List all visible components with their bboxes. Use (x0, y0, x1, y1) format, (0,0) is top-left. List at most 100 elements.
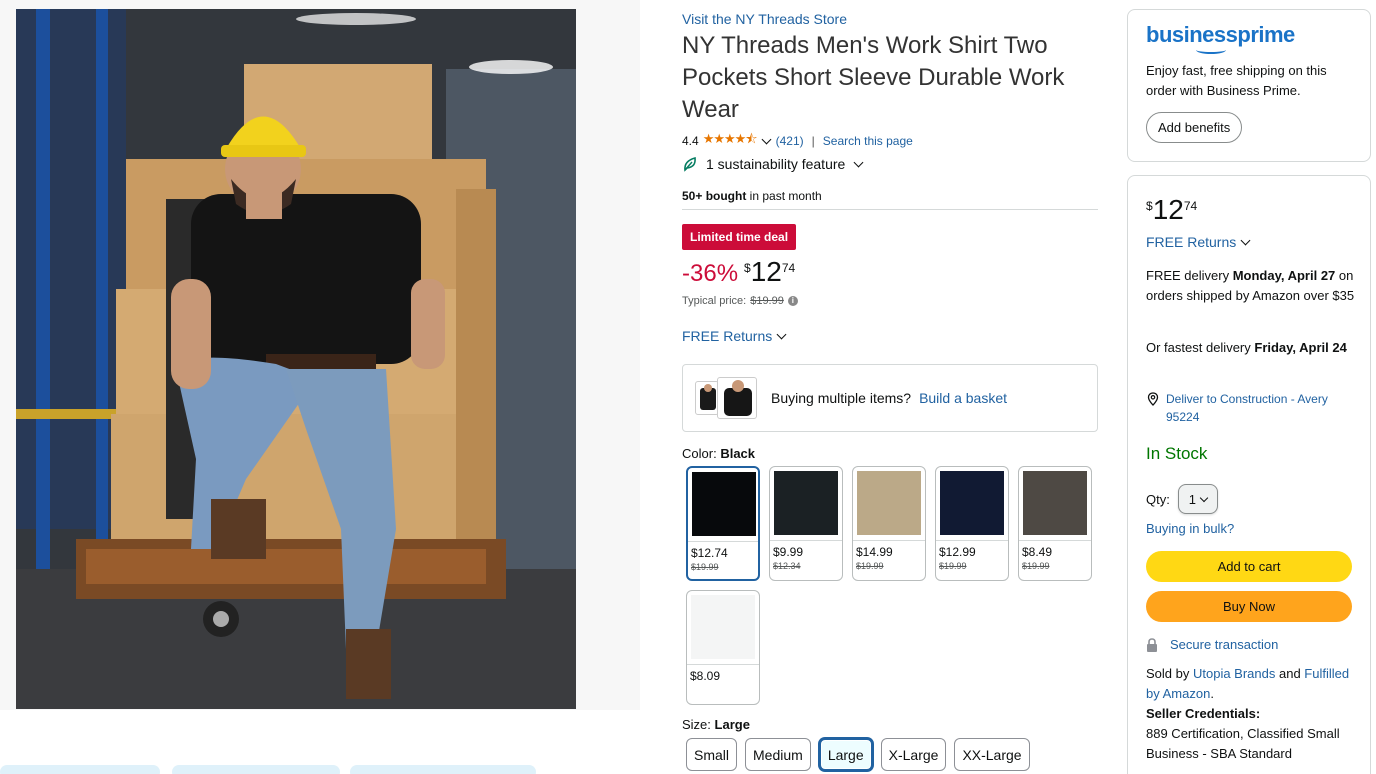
ratings-count-link[interactable]: (421) (776, 134, 804, 148)
color-swatch-navy[interactable]: $12.99 $19.99 (935, 466, 1009, 581)
buying-in-bulk-link[interactable]: Buying in bulk? (1146, 521, 1234, 536)
swatch-price: $9.99 (773, 545, 804, 559)
logo-prime: prime (1237, 22, 1295, 47)
size-options: Small Medium Large X-Large XX-Large (686, 738, 1030, 771)
typical-price-label: Typical price: (682, 295, 747, 307)
store-link[interactable]: Visit the NY Threads Store (682, 11, 847, 27)
typical-price: Typical price: $19.99 i (682, 295, 798, 307)
logo-business: business (1146, 22, 1238, 47)
fastest-date: Friday, April 24 (1254, 340, 1347, 355)
buy-box-free-returns[interactable]: FREE Returns (1146, 234, 1255, 250)
size-xx-large-button[interactable]: XX-Large (954, 738, 1030, 771)
seller-link[interactable]: Utopia Brands (1193, 666, 1275, 681)
buy-now-button[interactable]: Buy Now (1146, 591, 1352, 622)
swatch-old-price: $19.99 (691, 562, 719, 572)
add-to-cart-button[interactable]: Add to cart (1146, 551, 1352, 582)
free-returns-dropdown[interactable]: FREE Returns (682, 328, 791, 344)
rating-row: 4.4 ★★★★⯪ (421) | Search this page (682, 130, 913, 152)
info-icon[interactable]: i (787, 296, 798, 306)
price-fraction: 74 (1183, 199, 1198, 213)
quantity-select[interactable]: 1 (1177, 484, 1218, 514)
sustainability-row[interactable]: 1 sustainability feature (682, 156, 868, 172)
thumbnail-tab[interactable] (172, 765, 340, 774)
price-whole: 12 (750, 256, 782, 287)
business-prime-logo: businessprime (1146, 22, 1352, 54)
search-this-page-link[interactable]: Search this page (823, 134, 913, 148)
size-large-button[interactable]: Large (818, 738, 873, 771)
chevron-down-icon (1199, 493, 1209, 502)
basket-thumb-large (717, 377, 757, 419)
color-swatch-khaki[interactable]: $14.99 $19.99 (852, 466, 926, 581)
chevron-down-icon[interactable] (761, 134, 772, 144)
sold-and: and (1275, 666, 1305, 681)
add-benefits-button[interactable]: Add benefits (1146, 112, 1243, 143)
basket-thumb-small (695, 381, 719, 415)
product-title: NY Threads Men's Work Shirt Two Pockets … (682, 32, 1065, 123)
business-prime-text: Enjoy fast, free shipping on this order … (1146, 63, 1327, 98)
swatch-price: $12.99 (939, 545, 976, 559)
delivery-info: FREE delivery Monday, April 27 on orders… (1146, 266, 1361, 306)
deal-badge: Limited time deal (682, 224, 797, 250)
sustainability-label: 1 sustainability feature (706, 156, 846, 172)
thumbnail-tab[interactable] (0, 765, 160, 774)
build-basket-link[interactable]: Build a basket (919, 390, 1007, 406)
basket-prompt: Buying multiple items? (771, 390, 912, 406)
star-rating-icon[interactable]: ★★★★⯪ (703, 130, 758, 152)
swatch-old-price: $19.99 (1022, 561, 1050, 571)
bought-in-past-month: 50+ bought in past month (682, 189, 822, 203)
swatch-price: $8.49 (1022, 545, 1053, 559)
qty-value: 1 (1188, 491, 1196, 507)
buy-box-price: $ 12 74 (1146, 194, 1197, 226)
size-selected: Large (714, 717, 750, 732)
deliver-to[interactable]: Deliver to Construction - Avery 95224 (1146, 390, 1361, 426)
price-fraction: 74 (781, 261, 796, 275)
color-swatch-dark-navy-black[interactable]: $9.99 $12.34 (769, 466, 843, 581)
swatch-old-price: $12.34 (773, 561, 801, 571)
lock-icon (1147, 637, 1157, 652)
divider (682, 209, 1098, 210)
secure-transaction[interactable]: Secure transaction (1146, 637, 1278, 652)
qty-label: Qty: (1146, 491, 1170, 507)
swatch-color (857, 471, 921, 535)
stock-status: In Stock (1146, 444, 1208, 463)
sold-by-prefix: Sold by (1146, 666, 1193, 681)
size-label: Size: Large (682, 717, 750, 732)
size-medium-button[interactable]: Medium (745, 738, 811, 771)
size-x-large-button[interactable]: X-Large (880, 738, 947, 771)
buy-box: $ 12 74 FREE Returns FREE delivery Monda… (1127, 175, 1371, 774)
free-returns-link[interactable]: FREE Returns (682, 328, 772, 344)
fastest-delivery-info: Or fastest delivery Friday, April 24 (1146, 338, 1361, 358)
chevron-down-icon[interactable] (776, 329, 787, 339)
product-main-image[interactable] (16, 9, 576, 709)
color-swatch-black[interactable]: $12.74 $19.99 (686, 466, 760, 581)
seller-credentials-title: Seller Credentials: (1146, 706, 1261, 721)
price-symbol: $ (1146, 199, 1153, 213)
chevron-down-icon[interactable] (853, 157, 864, 167)
size-label-text: Size: (682, 717, 711, 732)
deliver-to-link[interactable]: Deliver to Construction - Avery 95224 (1166, 390, 1361, 426)
swatch-color (774, 471, 838, 535)
delivery-prefix: FREE delivery (1146, 268, 1233, 283)
swatch-old-price: $19.99 (939, 561, 967, 571)
swatch-color (940, 471, 1004, 535)
price-whole: 12 (1152, 194, 1184, 225)
price-block: -36% $ 12 74 (682, 256, 795, 288)
basket-thumbnail (695, 377, 759, 419)
fulfilled-end: . (1210, 686, 1214, 701)
secure-transaction-link[interactable]: Secure transaction (1170, 637, 1278, 652)
price-symbol: $ (744, 261, 751, 275)
color-swatch-white[interactable]: $8.09 (686, 590, 760, 705)
color-label-text: Color: (682, 446, 717, 461)
chevron-down-icon[interactable] (1240, 235, 1251, 245)
bought-count: 50+ bought (682, 189, 747, 203)
discount-percent: -36% (682, 260, 739, 287)
thumbnail-tab[interactable] (350, 765, 536, 774)
business-prime-card: businessprime Enjoy fast, free shipping … (1127, 9, 1371, 162)
size-small-button[interactable]: Small (686, 738, 738, 771)
separator: | (811, 134, 815, 148)
swatch-old-price: $19.99 (856, 561, 884, 571)
leaf-icon (684, 156, 696, 172)
free-returns-link[interactable]: FREE Returns (1146, 234, 1236, 250)
swatch-color (691, 595, 755, 659)
color-swatch-grey[interactable]: $8.49 $19.99 (1018, 466, 1092, 581)
